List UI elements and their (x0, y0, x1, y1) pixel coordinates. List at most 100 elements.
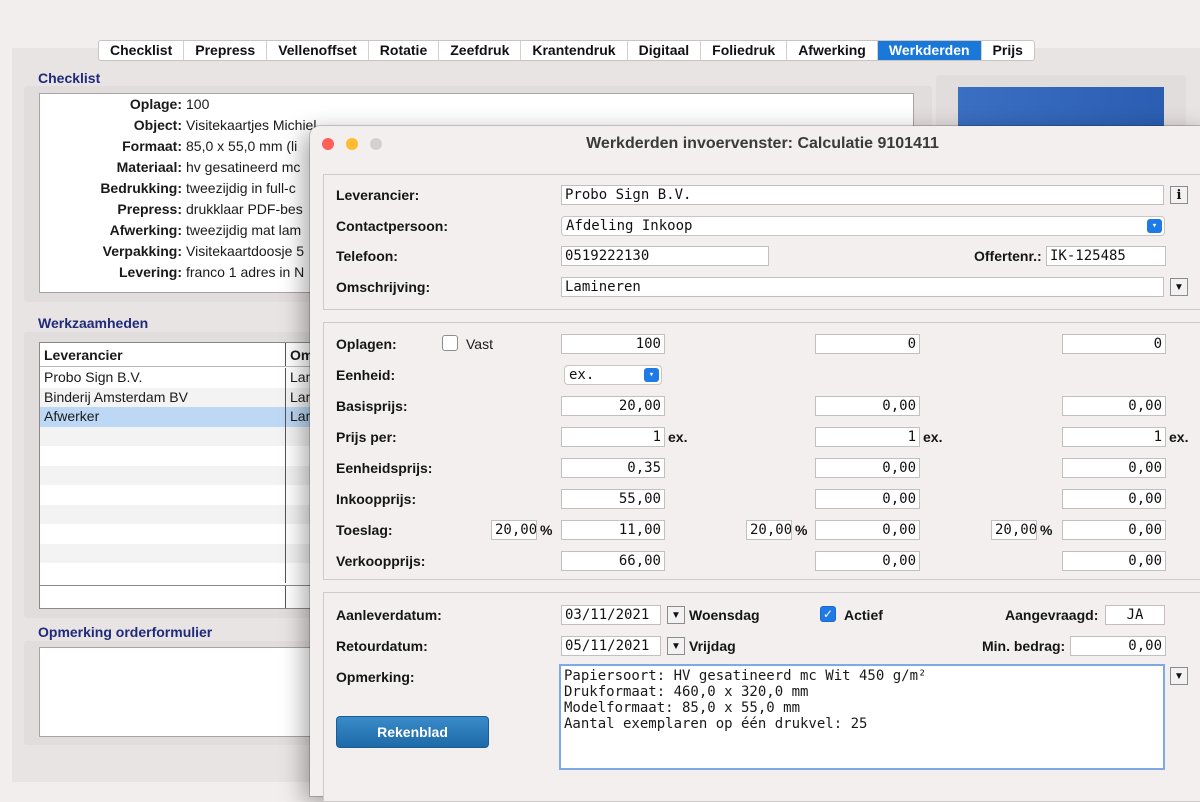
werkderden-dialog: Werkderden invoervenster: Calculatie 910… (310, 126, 1200, 802)
checklist-value: 100 (186, 96, 210, 112)
retourdatum-field[interactable]: 05/11/2021 (561, 636, 661, 656)
checkmark-icon: ✓ (822, 607, 834, 621)
retourdatum-label: Retourdatum: (336, 638, 428, 654)
opmerking-dropdown-button[interactable]: ▼ (1170, 667, 1188, 685)
basisprijs-field-2[interactable]: 0,00 (815, 396, 920, 416)
tab-prijs[interactable]: Prijs (982, 41, 1034, 60)
leverancier-field[interactable]: Probo Sign B.V. (561, 185, 1164, 205)
omschrijving-field[interactable]: Lamineren (561, 277, 1164, 297)
eenheid-label: Eenheid: (336, 367, 396, 383)
prijs-per-unit-1: ex. (668, 429, 688, 445)
table-row[interactable]: Binderij Amsterdam BV Lam (40, 387, 328, 407)
prijs-per-field-2[interactable]: 1 (815, 427, 920, 447)
cell-empty (40, 504, 286, 524)
column-header-leverancier[interactable]: Leverancier (40, 343, 286, 366)
aangevraagd-label: Aangevraagd: (1005, 607, 1099, 623)
verkoopprijs-field-3[interactable]: 0,00 (1062, 551, 1166, 571)
oplage-field-3[interactable]: 0 (1062, 334, 1166, 354)
min-bedrag-field[interactable]: 0,00 (1070, 636, 1166, 656)
table-row-empty (40, 446, 328, 466)
omschrijving-label: Omschrijving: (336, 279, 431, 295)
opmerking-textarea[interactable]: Papiersoort: HV gesatineerd mc Wit 450 g… (559, 664, 1165, 770)
aanleverdatum-dropdown-button[interactable]: ▼ (667, 606, 685, 624)
eenheidsprijs-field-1[interactable]: 0,35 (561, 458, 665, 478)
vast-label: Vast (466, 336, 493, 352)
leverancier-label: Leverancier: (336, 187, 420, 203)
cell-leverancier: Afwerker (40, 407, 286, 427)
basisprijs-field-3[interactable]: 0,00 (1062, 396, 1166, 416)
eenheidsprijs-label: Eenheidsprijs: (336, 460, 433, 476)
checklist-label: Prepress: (117, 201, 182, 217)
chevron-updown-icon: ▾ (644, 368, 659, 382)
retourdatum-dropdown-button[interactable]: ▼ (667, 637, 685, 655)
toeslag-percent-field-2[interactable]: 20,00 (746, 520, 792, 540)
aanleverdatum-day: Woensdag (689, 607, 760, 623)
actief-checkbox[interactable]: ✓ (820, 606, 836, 622)
omschrijving-dropdown-button[interactable]: ▼ (1170, 278, 1188, 296)
dialog-titlebar[interactable]: Werkderden invoervenster: Calculatie 910… (310, 126, 1200, 162)
oplagen-label: Oplagen: (336, 336, 397, 352)
verkoopprijs-field-1[interactable]: 66,00 (561, 551, 665, 571)
tab-vellenoffset[interactable]: Vellenoffset (267, 41, 369, 60)
tab-werkderden[interactable]: Werkderden (877, 41, 982, 60)
table-row-empty (40, 465, 328, 485)
eenheid-select[interactable]: ex. ▾ (564, 365, 662, 385)
offertenr-label: Offertenr.: (974, 248, 1042, 264)
toeslag-field-1[interactable]: 11,00 (561, 520, 665, 540)
table-header: Leverancier Om (40, 343, 328, 367)
rekenblad-button[interactable]: Rekenblad (336, 716, 489, 748)
prijs-per-field-3[interactable]: 1 (1062, 427, 1166, 447)
table-row-empty (40, 485, 328, 505)
prijs-per-field-1[interactable]: 1 (561, 427, 665, 447)
checklist-label: Levering: (118, 264, 182, 280)
inkoopprijs-label: Inkoopprijs: (336, 491, 417, 507)
contactpersoon-label: Contactpersoon: (336, 218, 448, 234)
tab-zeefdruk[interactable]: Zeefdruk (439, 41, 522, 60)
eenheid-value: ex. (569, 367, 595, 383)
offertenr-field[interactable]: IK-125485 (1046, 246, 1166, 266)
table-footer-row (40, 585, 328, 608)
checklist-row: Oplage: 100 (40, 96, 910, 116)
cell-empty (40, 543, 286, 563)
inkoopprijs-field-3[interactable]: 0,00 (1062, 489, 1166, 509)
inkoopprijs-field-1[interactable]: 55,00 (561, 489, 665, 509)
tab-foliedruk[interactable]: Foliedruk (701, 41, 788, 60)
toeslag-percent-field-1[interactable]: 20,00 (491, 520, 537, 540)
table-row-empty (40, 543, 328, 563)
cell-empty (40, 485, 286, 505)
oplage-field-2[interactable]: 0 (815, 334, 920, 354)
vast-checkbox[interactable] (442, 335, 458, 351)
oplage-field-1[interactable]: 100 (561, 334, 665, 354)
telefoon-field[interactable]: 0519222130 (561, 246, 769, 266)
triangle-down-icon: ▼ (671, 640, 681, 652)
aanleverdatum-field[interactable]: 03/11/2021 (561, 605, 661, 625)
tab-prepress[interactable]: Prepress (184, 41, 268, 60)
prijs-per-unit-3: ex. (1169, 429, 1189, 445)
table-row[interactable]: Probo Sign B.V. Lam (40, 368, 328, 388)
table-row-selected[interactable]: Afwerker Lam (40, 407, 328, 427)
toeslag-field-3[interactable]: 0,00 (1062, 520, 1166, 540)
eenheidsprijs-field-2[interactable]: 0,00 (815, 458, 920, 478)
inkoopprijs-field-2[interactable]: 0,00 (815, 489, 920, 509)
checklist-label: Object: (133, 117, 182, 133)
contactpersoon-select[interactable]: Afdeling Inkoop ▾ (561, 216, 1165, 236)
eenheidsprijs-field-3[interactable]: 0,00 (1062, 458, 1166, 478)
tab-checklist[interactable]: Checklist (99, 41, 185, 60)
percent-sign: % (795, 522, 808, 538)
toeslag-percent-field-3[interactable]: 20,00 (991, 520, 1037, 540)
werkzaamheden-title: Werkzaamheden (38, 315, 149, 331)
toeslag-field-2[interactable]: 0,00 (815, 520, 920, 540)
aangevraagd-field[interactable]: JA (1105, 605, 1165, 625)
checklist-value: hv gesatineerd mc (186, 159, 301, 175)
tab-krantendruk[interactable]: Krantendruk (521, 41, 628, 60)
info-button[interactable]: i (1170, 186, 1188, 204)
verkoopprijs-label: Verkoopprijs: (336, 553, 426, 569)
basisprijs-field-1[interactable]: 20,00 (561, 396, 665, 416)
tab-rotatie[interactable]: Rotatie (369, 41, 440, 60)
opmerking-orderformulier-field[interactable] (39, 647, 329, 737)
tab-digitaal[interactable]: Digitaal (628, 41, 702, 60)
verkoopprijs-field-2[interactable]: 0,00 (815, 551, 920, 571)
checklist-label: Afwerking: (109, 222, 182, 238)
checklist-value: franco 1 adres in N (186, 264, 305, 280)
tab-afwerking[interactable]: Afwerking (787, 41, 878, 60)
